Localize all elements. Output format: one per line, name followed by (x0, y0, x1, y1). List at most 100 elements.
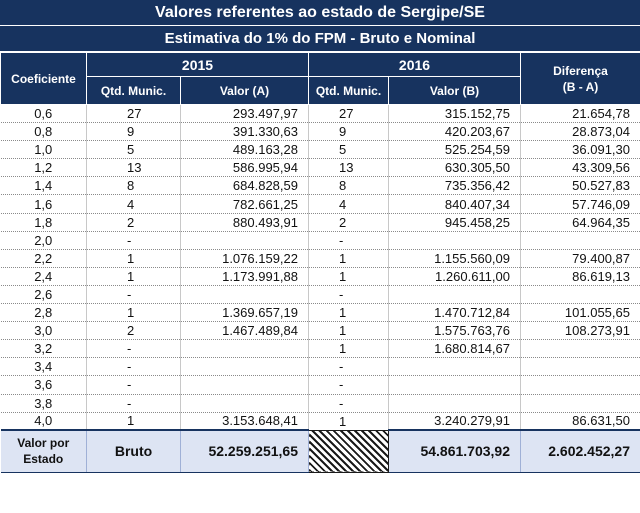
fpm-table-document: Valores referentes ao estado de Sergipe/… (0, 0, 640, 513)
cell-valor-b: 1.470.712,84 (388, 303, 521, 323)
document-title: Valores referentes ao estado de Sergipe/… (0, 0, 640, 26)
cell-coeficiente: 4,0 (0, 412, 87, 431)
total-valor-a: 52.259.251,65 (180, 429, 309, 473)
cell-qtd-2016: - (308, 357, 389, 377)
cell-valor-a (180, 375, 309, 395)
table-row: 1,0 5 489.163,28 5 525.254,59 36.091,30 (0, 140, 640, 160)
table-row: 3,0 2 1.467.489,84 1 1.575.763,76 108.273,91 (0, 321, 640, 341)
cell-valor-b: 1.575.763,76 (388, 321, 521, 341)
cell-coeficiente: 1,6 (0, 194, 87, 214)
header-year-2015: 2015 (86, 52, 309, 77)
cell-qtd-2016: 4 (308, 194, 389, 214)
cell-qtd-2016: 1 (308, 321, 389, 341)
table-row: 2,8 1 1.369.657,19 1 1.470.712,84 101.055,65 (0, 303, 640, 323)
cell-valor-b (388, 231, 521, 250)
cell-diferenca (520, 339, 640, 359)
total-label-line2: Estado (23, 452, 64, 467)
cell-diferenca (520, 285, 640, 305)
cell-diferenca: 57.746,09 (520, 194, 640, 214)
cell-diferenca (520, 375, 640, 395)
header-diferenca: Diferença (B - A) (520, 52, 640, 105)
cell-qtd-2015: 8 (86, 176, 181, 196)
cell-diferenca: 21.654,78 (520, 104, 640, 124)
table-row: 3,2- 1 1.680.814,67 (0, 339, 640, 359)
cell-valor-b: 945.458,25 (388, 213, 521, 232)
cell-coeficiente: 1,8 (0, 213, 87, 232)
total-valor-b: 54.861.703,92 (388, 429, 521, 473)
cell-coeficiente: 1,0 (0, 140, 87, 160)
total-diferenca: 2.602.452,27 (520, 429, 640, 473)
table-body: 0,6 27 293.497,97 27 315.152,75 21.654,78 0,8 9… (0, 104, 640, 431)
cell-valor-b: 3.240.279,91 (388, 412, 521, 431)
table-row: 0,8 9 391.330,63 9 420.203,67 28.873,04 (0, 122, 640, 142)
header-year-2016: 2016 (308, 52, 521, 77)
cell-qtd-2016: 9 (308, 122, 389, 142)
cell-diferenca: 36.091,30 (520, 140, 640, 160)
cell-diferenca: 79.400,87 (520, 249, 640, 268)
cell-qtd-2015: - (86, 285, 181, 305)
cell-qtd-2016: 27 (308, 104, 389, 124)
total-label: Valor por Estado (0, 429, 87, 473)
table-row: 2,6- - (0, 285, 640, 305)
cell-qtd-2015: 2 (86, 213, 181, 232)
total-row: Valor por Estado Bruto 52.259.251,65 54.… (0, 429, 640, 473)
table-row: 1,8 2 880.493,91 2 945.458,25 64.964,35 (0, 213, 640, 232)
fpm-table: Coeficiente 2015 2016 Diferença (B - A) … (0, 52, 640, 473)
cell-diferenca (520, 357, 640, 377)
cell-valor-b: 420.203,67 (388, 122, 521, 142)
header-qtd-2015: Qtd. Munic. (86, 76, 181, 105)
cell-valor-a (180, 394, 309, 413)
table-row: 2,4 1 1.173.991,88 1 1.260.611,00 86.619,13 (0, 267, 640, 286)
cell-coeficiente: 3,8 (0, 394, 87, 413)
cell-valor-a: 3.153.648,41 (180, 412, 309, 431)
cell-diferenca: 101.055,65 (520, 303, 640, 323)
cell-coeficiente: 1,2 (0, 158, 87, 178)
cell-diferenca: 50.527,83 (520, 176, 640, 196)
cell-qtd-2015: 1 (86, 303, 181, 323)
table-row: 4,0 1 3.153.648,41 1 3.240.279,91 86.631,50 (0, 412, 640, 431)
table-row: 1,2 13 586.995,94 13 630.305,50 43.309,56 (0, 158, 640, 178)
total-label-line1: Valor por (17, 436, 70, 451)
cell-valor-b: 315.152,75 (388, 104, 521, 124)
cell-coeficiente: 0,8 (0, 122, 87, 142)
cell-valor-a: 1.076.159,22 (180, 249, 309, 268)
cell-qtd-2015: 1 (86, 412, 181, 431)
cell-qtd-2015: 4 (86, 194, 181, 214)
table-row: 3,6- - (0, 375, 640, 395)
cell-qtd-2016: - (308, 285, 389, 305)
header-valor-b: Valor (B) (388, 76, 521, 105)
cell-valor-b: 1.260.611,00 (388, 267, 521, 286)
cell-qtd-2016: - (308, 394, 389, 413)
cell-valor-a: 880.493,91 (180, 213, 309, 232)
cell-valor-a: 1.467.489,84 (180, 321, 309, 341)
cell-coeficiente: 3,0 (0, 321, 87, 341)
cell-qtd-2016: 5 (308, 140, 389, 160)
cell-valor-b (388, 394, 521, 413)
cell-diferenca (520, 394, 640, 413)
cell-valor-b (388, 285, 521, 305)
cell-diferenca: 64.964,35 (520, 213, 640, 232)
cell-qtd-2015: - (86, 357, 181, 377)
cell-qtd-2015: 2 (86, 321, 181, 341)
cell-qtd-2016: - (308, 375, 389, 395)
cell-qtd-2015: - (86, 231, 181, 250)
cell-valor-a: 586.995,94 (180, 158, 309, 178)
cell-diferenca: 86.631,50 (520, 412, 640, 431)
cell-valor-a: 1.369.657,19 (180, 303, 309, 323)
cell-qtd-2015: - (86, 394, 181, 413)
table-row: 2,0- - (0, 231, 640, 250)
cell-qtd-2015: 5 (86, 140, 181, 160)
cell-valor-a: 293.497,97 (180, 104, 309, 124)
table-row: 0,6 27 293.497,97 27 315.152,75 21.654,78 (0, 104, 640, 124)
cell-valor-b: 1.680.814,67 (388, 339, 521, 359)
hatched-cell (308, 429, 389, 473)
cell-valor-a (180, 357, 309, 377)
cell-qtd-2015: 1 (86, 267, 181, 286)
cell-valor-b: 630.305,50 (388, 158, 521, 178)
cell-qtd-2015: - (86, 339, 181, 359)
cell-valor-a: 684.828,59 (180, 176, 309, 196)
cell-valor-a (180, 231, 309, 250)
cell-qtd-2016: 8 (308, 176, 389, 196)
cell-coeficiente: 2,0 (0, 231, 87, 250)
cell-diferenca: 28.873,04 (520, 122, 640, 142)
